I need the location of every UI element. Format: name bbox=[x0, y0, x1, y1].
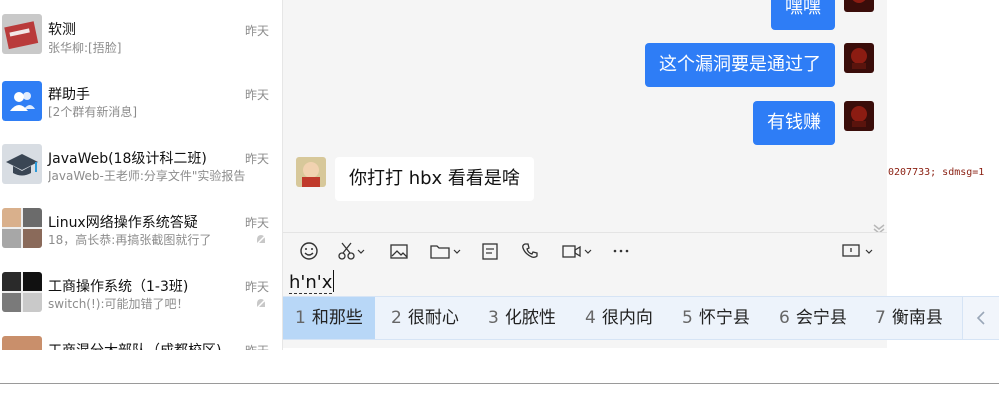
conversation-preview: [2个群有新消息] bbox=[48, 105, 137, 119]
ime-candidate[interactable]: 3 化脓性 bbox=[476, 297, 568, 339]
conversation-time: 昨天 bbox=[245, 342, 269, 350]
ime-composition-text: h'n'x bbox=[289, 272, 333, 294]
background-code-text: 0207733; sdmsg=1 bbox=[888, 167, 985, 178]
conversation-item[interactable]: JavaWeb(18级计科二班) JavaWeb-王老师:分享文件"实验报告 昨… bbox=[0, 128, 282, 192]
text-cursor bbox=[333, 270, 334, 292]
conversation-name: 工商操作系统（1-3班) bbox=[48, 279, 189, 295]
conversation-item[interactable]: 工商混分大部队（成都校区) 昨天 bbox=[0, 320, 282, 350]
folder-icon[interactable] bbox=[429, 241, 463, 261]
conversation-time: 昨天 bbox=[244, 216, 269, 230]
contact-avatar bbox=[296, 157, 326, 187]
document-icon[interactable] bbox=[480, 241, 500, 261]
conversation-item[interactable]: 群助手 [2个群有新消息] 昨天 bbox=[0, 64, 282, 128]
conversation-time: 昨天 bbox=[244, 88, 269, 102]
user-avatar bbox=[844, 101, 874, 131]
ime-candidate[interactable]: 4 很内向 bbox=[573, 297, 665, 339]
image-icon[interactable] bbox=[389, 241, 409, 261]
divider bbox=[0, 383, 999, 384]
user-avatar bbox=[844, 43, 874, 73]
conversation-preview: 18，高长恭:再搞张截图就行了 bbox=[48, 233, 212, 247]
message-bubble-sent[interactable]: 嘿嘿 bbox=[771, 0, 835, 30]
user-avatar bbox=[844, 0, 874, 12]
graduation-cap-icon bbox=[2, 144, 42, 184]
conversation-list: 软测 张华柳:[捂脸] 昨天 群助手 [2个群有新消息] 昨天 JavaWeb(… bbox=[0, 0, 283, 350]
conversation-time: 昨天 bbox=[244, 24, 269, 38]
message-bubble-received[interactable]: 你打打 hbx 看看是啥 bbox=[335, 157, 534, 201]
group-photo-avatar bbox=[2, 272, 42, 312]
emoji-icon[interactable] bbox=[299, 241, 319, 261]
message-bubble-sent[interactable]: 这个漏洞要是通过了 bbox=[645, 43, 835, 87]
message-toolbar bbox=[283, 232, 887, 269]
conversation-item[interactable]: Linux网络操作系统答疑 18，高长恭:再搞张截图就行了 昨天 bbox=[0, 192, 282, 256]
conversation-item[interactable]: 软测 张华柳:[捂脸] 昨天 bbox=[0, 0, 282, 64]
more-icon[interactable] bbox=[611, 241, 631, 261]
conversation-name: 群助手 bbox=[48, 87, 90, 103]
mute-bell-icon bbox=[254, 232, 268, 246]
conversation-time: 昨天 bbox=[244, 152, 269, 166]
ime-candidate-bar: 1 和那些 2 很耐心 3 化脓性 4 很内向 5 怀宁县 6 会宁县 7 衡南县 bbox=[283, 296, 999, 340]
conversation-preview: 张华柳:[捂脸] bbox=[48, 41, 122, 55]
ime-candidate[interactable]: 7 衡南县 bbox=[863, 297, 955, 339]
conversation-name: Linux网络操作系统答疑 bbox=[48, 215, 198, 231]
conversation-name: 软测 bbox=[48, 22, 76, 38]
conversation-preview: switch(!):可能加错了吧！ bbox=[48, 297, 189, 311]
phone-icon[interactable] bbox=[520, 241, 540, 261]
conversation-name: 工商混分大部队（成都校区) bbox=[48, 340, 221, 350]
message-bubble-sent[interactable]: 有钱赚 bbox=[753, 101, 835, 145]
conversation-name: JavaWeb(18级计科二班) bbox=[48, 151, 207, 167]
chat-window-icon[interactable] bbox=[841, 241, 877, 261]
group-assistant-icon bbox=[2, 81, 42, 121]
ime-candidate[interactable]: 1 和那些 bbox=[283, 297, 375, 339]
conversation-time: 昨天 bbox=[244, 280, 269, 294]
ime-candidate[interactable]: 2 很耐心 bbox=[379, 297, 471, 339]
ime-candidate[interactable]: 5 怀宁县 bbox=[670, 297, 762, 339]
chat-message-area: 嘿嘿 这个漏洞要是通过了 有钱赚 你打打 hbx 看看是啥 bbox=[283, 0, 887, 232]
conversation-avatar bbox=[2, 14, 42, 54]
scissors-icon[interactable] bbox=[337, 241, 367, 261]
scroll-down-icon[interactable] bbox=[872, 218, 886, 232]
conversation-item[interactable]: 工商操作系统（1-3班) switch(!):可能加错了吧！ 昨天 bbox=[0, 256, 282, 320]
conversation-preview: JavaWeb-王老师:分享文件"实验报告 bbox=[48, 169, 246, 183]
chevron-left-icon[interactable] bbox=[962, 297, 999, 339]
mute-bell-icon bbox=[254, 296, 268, 310]
ime-candidate[interactable]: 6 会宁县 bbox=[767, 297, 859, 339]
group-photo-avatar bbox=[2, 336, 42, 350]
group-photo-avatar bbox=[2, 208, 42, 248]
video-icon[interactable] bbox=[561, 241, 595, 261]
